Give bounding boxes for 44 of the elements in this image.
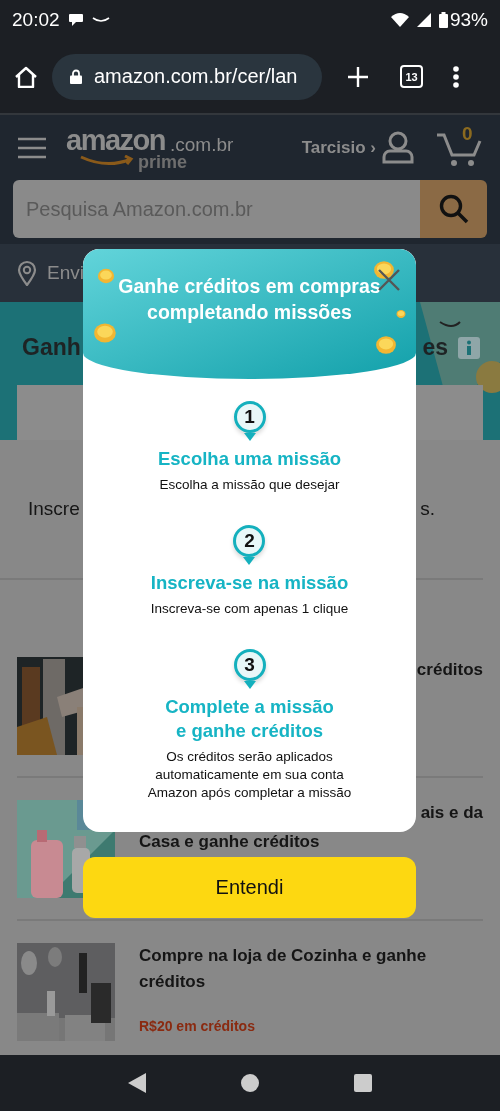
mission-title[interactable]: Compre na loja de Cozinha e ganhe créditos <box>139 943 483 995</box>
reward-amount: R$20 em créditos <box>139 1017 256 1036</box>
battery-icon <box>438 12 448 28</box>
menu-icon[interactable] <box>18 136 46 159</box>
mission-title[interactable]: Casa e ganhe créditos <box>139 829 483 855</box>
dialog-title: Ganhe créditos em compras completando missões <box>117 274 382 325</box>
home-icon[interactable] <box>14 65 38 88</box>
tab-switcher-button[interactable]: 13 <box>400 65 423 88</box>
step-description: Inscreva-se com apenas 1 clique <box>150 600 349 618</box>
account-link[interactable]: Tarcisio › <box>301 137 376 158</box>
step-description: Escolha a missão que desejar <box>159 476 340 494</box>
location-pin-icon[interactable] <box>17 260 37 286</box>
chat-bubble-icon <box>67 13 84 27</box>
page-title: Ganh <box>22 334 81 361</box>
store-logo[interactable]: amazon .com.br prime <box>66 121 236 174</box>
close-icon[interactable] <box>378 269 400 291</box>
intro-text: Inscre <box>28 498 80 521</box>
delivery-location-link[interactable]: Envi <box>47 262 84 284</box>
coin-icon <box>396 307 406 321</box>
status-time: 20:02 <box>12 9 60 31</box>
address-bar[interactable]: amazon.com.br/cer/lan <box>52 53 322 100</box>
more-menu-icon[interactable] <box>453 65 459 88</box>
home-icon[interactable] <box>241 1074 259 1092</box>
coin-icon <box>97 267 115 285</box>
search-button[interactable] <box>420 180 487 238</box>
back-icon[interactable] <box>127 1073 146 1093</box>
cart-count: 0 <box>462 122 473 145</box>
coin-icon <box>373 334 399 356</box>
step-title: Escolha uma missão <box>158 447 341 471</box>
battery-percentage: 93% <box>449 9 488 31</box>
step-description: Os créditos serão aplicados automaticamente em sua conta Amazon após completar a missão <box>146 748 353 802</box>
step-title: Inscreva-se na missão <box>150 571 349 595</box>
wifi-icon <box>390 13 409 27</box>
lock-icon <box>70 69 82 84</box>
recents-icon[interactable] <box>354 1074 373 1092</box>
user-icon[interactable] <box>382 131 414 164</box>
plus-icon[interactable] <box>348 66 368 87</box>
signal-icon <box>416 13 431 27</box>
intro-text: s. <box>420 498 435 521</box>
search-icon <box>438 194 469 224</box>
step-title: Complete a missão e ganhe créditos <box>164 695 335 743</box>
page-title: es <box>422 334 448 361</box>
got-it-button[interactable]: Entendi <box>83 857 416 918</box>
url-text: amazon.com.br/cer/lan <box>94 65 298 88</box>
